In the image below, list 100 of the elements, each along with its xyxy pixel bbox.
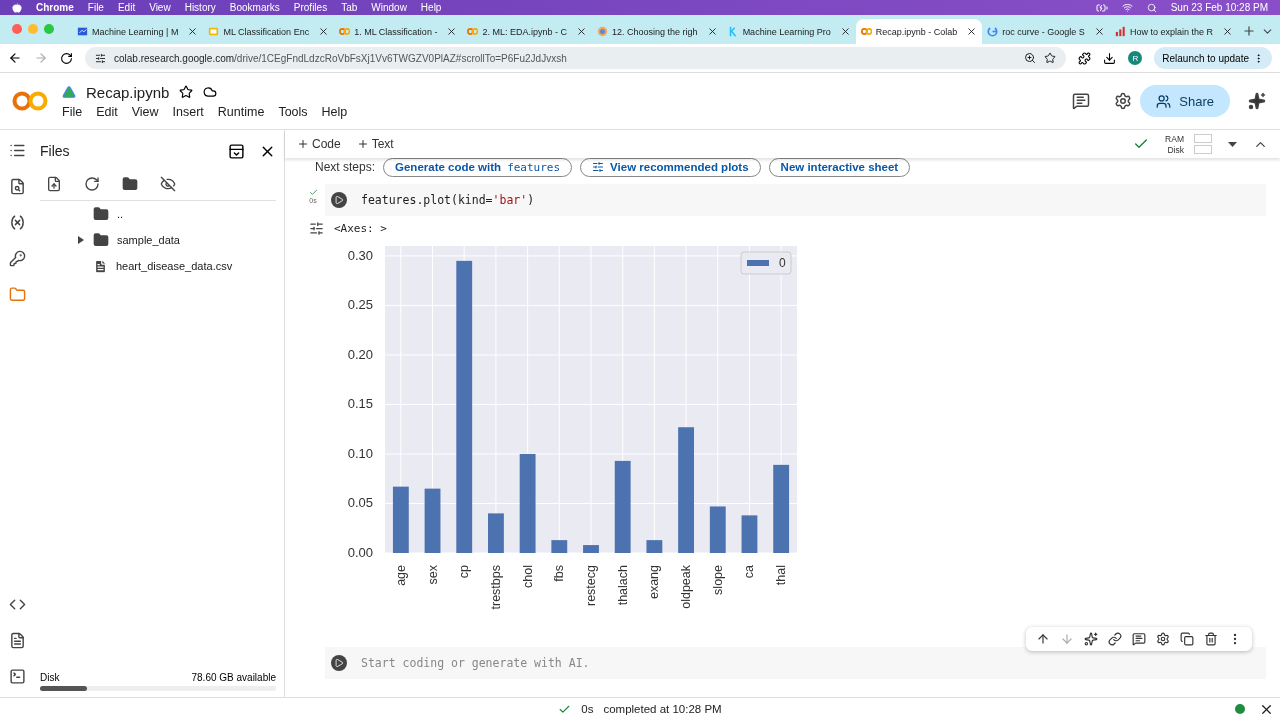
menu-item[interactable]: Help <box>420 2 442 13</box>
address-bar[interactable]: colab.research.google.com/drive/1CEgFndLdzcRoVbFsXj1Vv6TWGZV0PlAZ#scrollTo=P6Fu2JdJvxsh <box>85 47 1067 69</box>
menu-item[interactable]: Tab <box>341 2 358 13</box>
menu-item[interactable]: View <box>149 2 171 13</box>
notebook-title[interactable]: Recap.ipynb <box>86 83 170 101</box>
browser-tab[interactable]: Machine Learning | M <box>72 19 204 44</box>
y-tick-label: 0.30 <box>347 247 373 263</box>
suggestion-chip[interactable]: New interactive sheet <box>768 157 911 177</box>
code-cell[interactable]: Start coding or generate with AI. <box>325 647 1266 679</box>
find-icon[interactable] <box>9 178 26 195</box>
zoom-icon[interactable] <box>1024 52 1037 64</box>
add-cell-button[interactable]: Code <box>297 137 341 151</box>
close-tab-icon[interactable] <box>839 26 851 37</box>
menu-item[interactable]: Tools <box>278 104 308 119</box>
file-tree-item[interactable]: sample_data <box>40 227 276 253</box>
tab-title: 1. ML Classification - <box>354 26 439 37</box>
relaunch-button[interactable]: Relaunch to update <box>1154 47 1272 69</box>
mirror-cell-icon[interactable] <box>1180 632 1194 646</box>
x-tick-label: exang <box>647 565 662 600</box>
hide-icon[interactable] <box>160 176 176 192</box>
url-text: colab.research.google.com/drive/1CEgFndLdzcRoVbFsXj1Vv6TWGZV0PlAZ#scrollTo=P6Fu2JdJvxsh <box>114 52 567 64</box>
suggestion-chip[interactable]: View recommended plots <box>580 157 761 177</box>
menu-item[interactable]: File <box>87 2 104 13</box>
menu-item[interactable]: Help <box>321 104 348 119</box>
new-tab-icon[interactable] <box>1242 24 1256 38</box>
sparkle-icon[interactable] <box>1084 632 1098 646</box>
close-tab-icon[interactable] <box>1093 26 1105 37</box>
delete-icon[interactable] <box>1204 632 1218 646</box>
browser-tab[interactable]: 12. Choosing the righ <box>592 19 723 44</box>
close-tab-icon[interactable] <box>446 26 458 37</box>
comment-icon[interactable] <box>1072 92 1091 110</box>
variables-icon[interactable] <box>9 214 26 231</box>
close-tab-icon[interactable] <box>576 26 587 37</box>
menu-item[interactable]: Runtime <box>217 104 265 119</box>
menu-item[interactable]: Edit <box>96 104 118 119</box>
close-tab-icon[interactable] <box>1222 26 1233 37</box>
key-icon[interactable] <box>9 250 26 267</box>
share-button[interactable]: Share <box>1140 85 1230 117</box>
move-up-icon[interactable] <box>1036 632 1050 646</box>
bookmark-icon[interactable] <box>1044 52 1057 64</box>
back-icon[interactable] <box>8 51 22 65</box>
run-button[interactable] <box>331 655 347 671</box>
menu-item[interactable]: Bookmarks <box>229 2 280 13</box>
download-icon[interactable] <box>1103 51 1117 65</box>
menu-item[interactable]: Insert <box>172 104 204 119</box>
browser-tab[interactable]: Recap.ipynb - Colab <box>855 19 983 44</box>
output-toggle-icon[interactable] <box>309 220 324 236</box>
close-tab-icon[interactable] <box>966 26 978 37</box>
link-icon[interactable] <box>1108 632 1122 646</box>
upload-icon[interactable] <box>46 176 62 192</box>
browser-tab[interactable]: How to explain the R <box>1109 19 1238 44</box>
run-button[interactable] <box>331 192 347 208</box>
settings-icon[interactable] <box>1156 632 1170 646</box>
status-message: completed at 10:28 PM <box>603 703 722 715</box>
drive-folder-icon[interactable] <box>122 176 138 192</box>
terminal-icon[interactable] <box>9 668 26 685</box>
toc-icon[interactable] <box>9 142 26 159</box>
menu-item[interactable]: Profiles <box>293 2 328 13</box>
site-info-icon[interactable] <box>95 52 106 64</box>
reload-icon[interactable] <box>60 51 73 65</box>
add-cell-button[interactable]: Text <box>356 137 394 151</box>
tab-title: 12. Choosing the righ <box>612 26 699 37</box>
menu-item[interactable]: Window <box>371 2 407 13</box>
folder-icon[interactable] <box>9 286 26 303</box>
menu-item[interactable]: Chrome <box>36 2 74 13</box>
settings-icon[interactable] <box>1114 92 1133 110</box>
profile-avatar[interactable]: R <box>1128 51 1143 65</box>
suggestion-chip[interactable]: Generate code with features <box>383 157 573 177</box>
menu-item[interactable]: File <box>62 104 83 119</box>
file-tree-item[interactable]: heart_disease_data.csv <box>40 253 276 279</box>
close-tab-icon[interactable] <box>706 26 718 37</box>
comment-icon[interactable] <box>1132 632 1146 646</box>
favicon-icon <box>987 26 999 37</box>
browser-tab[interactable]: 2. ML: EDA.ipynb - C <box>462 19 592 44</box>
menu-item[interactable]: Edit <box>117 2 136 13</box>
dropdown-icon[interactable] <box>1228 141 1237 147</box>
star-icon[interactable] <box>179 85 194 99</box>
close-tab-icon[interactable] <box>318 26 330 37</box>
panel-title: Files <box>40 143 71 159</box>
code-input[interactable]: Start coding or generate with AI. <box>359 655 1266 671</box>
browser-tab[interactable]: Machine Learning Pro <box>722 19 856 44</box>
snippets-icon[interactable] <box>9 632 26 649</box>
file-name: .. <box>117 208 124 220</box>
close-tab-icon[interactable] <box>187 26 199 37</box>
browser-tab[interactable]: ML Classification Enc <box>203 19 335 44</box>
apple-icon[interactable] <box>12 2 22 13</box>
menu-item[interactable]: History <box>184 2 216 13</box>
extensions-icon[interactable] <box>1078 51 1092 65</box>
file-tree-item[interactable]: .. <box>40 201 276 227</box>
expand-caret-icon[interactable] <box>76 236 85 244</box>
browser-tab[interactable]: roc curve - Google S <box>982 19 1110 44</box>
menu-item[interactable]: View <box>131 104 159 119</box>
open-tab-icon[interactable] <box>228 142 245 160</box>
search-icon[interactable] <box>1146 2 1157 13</box>
tab-title: ML Classification Enc <box>223 26 311 37</box>
resources-indicator[interactable]: RAM Disk <box>1165 133 1212 155</box>
sparkle-icon[interactable] <box>1248 92 1266 110</box>
browser-tab[interactable]: 1. ML Classification - <box>334 19 463 44</box>
y-tick-label: 0.00 <box>347 545 373 560</box>
refresh-icon[interactable] <box>84 176 100 192</box>
